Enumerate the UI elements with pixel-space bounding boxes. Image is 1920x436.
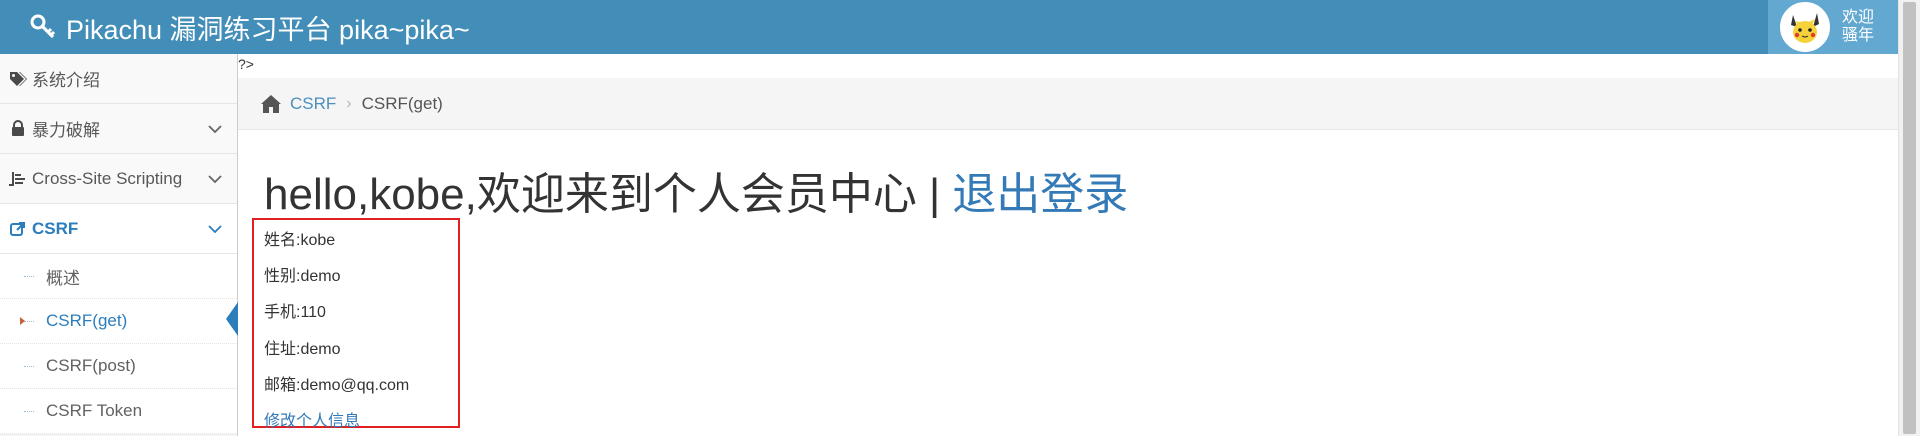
sidebar-item-brute-force[interactable]: 暴力破解 xyxy=(0,104,237,154)
info-phone: 手机:110 xyxy=(264,304,326,321)
sidebar-item-label: 暴力破解 xyxy=(32,121,100,140)
home-icon xyxy=(261,94,281,113)
sidebar-item-csrf[interactable]: CSRF xyxy=(0,204,237,254)
sidebar-item-label: Cross-Site Scripting xyxy=(32,168,183,188)
scrollbar-thumb[interactable] xyxy=(1903,2,1916,434)
member-info-box: 姓名:kobe 性别:demo 手机:110 住址:demo 邮箱:demo@q… xyxy=(252,218,460,431)
breadcrumb: CSRF › CSRF(get) xyxy=(238,78,1898,130)
pikachu-avatar-icon xyxy=(1784,6,1826,48)
lock-icon xyxy=(8,120,28,138)
submenu-item-label: CSRF(get) xyxy=(46,311,128,330)
user-menu[interactable]: 欢迎 骚年 xyxy=(1768,0,1898,54)
info-gender: 性别:demo xyxy=(264,268,341,285)
tags-icon xyxy=(8,70,28,88)
avatar xyxy=(1780,2,1830,52)
submenu-item-label: CSRF(post) xyxy=(46,356,136,375)
chevron-down-icon xyxy=(208,175,222,184)
info-address: 住址:demo xyxy=(264,341,341,358)
caret-right-icon xyxy=(20,317,25,325)
greeting-line-1: 欢迎 xyxy=(1842,9,1875,26)
greeting-line-2: 骚年 xyxy=(1842,27,1875,44)
title-separator: | xyxy=(928,170,941,219)
csrf-submenu: 概述 CSRF(get) CSRF(post) CSRF Token xyxy=(0,254,238,434)
logout-link[interactable]: 退出登录 xyxy=(952,170,1128,219)
sidebar: 系统介绍 暴力破解 Cross-Site Scripting CSRF 概述 C… xyxy=(0,54,238,436)
sidebar-item-xss[interactable]: Cross-Site Scripting xyxy=(0,154,237,204)
breadcrumb-current: CSRF(get) xyxy=(361,93,443,113)
brand-title: Pikachu 漏洞练习平台 pika~pika~ xyxy=(66,14,470,45)
brand-link[interactable]: Pikachu 漏洞练习平台 pika~pika~ xyxy=(30,0,470,54)
external-link-icon xyxy=(8,220,28,238)
info-email: 邮箱:demo@qq.com xyxy=(264,377,410,394)
user-greeting: 欢迎 骚年 xyxy=(1842,9,1874,45)
stray-php-text: ?> xyxy=(238,56,254,72)
submenu-item-csrf-get[interactable]: CSRF(get) xyxy=(0,299,238,344)
submenu-item-csrf-post[interactable]: CSRF(post) xyxy=(0,344,237,389)
chevron-down-icon xyxy=(208,225,222,234)
chevron-down-icon xyxy=(208,125,222,134)
submenu-item-csrf-token[interactable]: CSRF Token xyxy=(0,389,237,434)
sidebar-item-label: CSRF xyxy=(32,218,79,238)
page-title: hello,kobe,欢迎来到个人会员中心 | 退出登录 xyxy=(264,158,1128,222)
vertical-scrollbar[interactable] xyxy=(1898,0,1920,436)
sidebar-item-intro[interactable]: 系统介绍 xyxy=(0,54,237,104)
submenu-item-label: CSRF Token xyxy=(46,401,143,420)
list-icon xyxy=(8,170,28,188)
submenu-item-overview[interactable]: 概述 xyxy=(0,254,237,299)
key-icon xyxy=(30,14,56,39)
submenu-item-label: 概述 xyxy=(46,268,80,288)
sidebar-item-label: 系统介绍 xyxy=(32,71,100,90)
active-pointer-icon xyxy=(226,302,238,336)
breadcrumb-separator: › xyxy=(346,94,352,112)
breadcrumb-link-csrf[interactable]: CSRF xyxy=(290,94,336,114)
top-navbar: Pikachu 漏洞练习平台 pika~pika~ 欢迎 骚年 xyxy=(0,0,1898,54)
main-content: ?> CSRF › CSRF(get) hello,kobe,欢迎来到个人会员中… xyxy=(238,54,1898,436)
info-name: 姓名:kobe xyxy=(264,232,336,249)
edit-profile-link[interactable]: 修改个人信息 xyxy=(264,407,360,431)
welcome-text: hello,kobe,欢迎来到个人会员中心 xyxy=(264,170,917,219)
